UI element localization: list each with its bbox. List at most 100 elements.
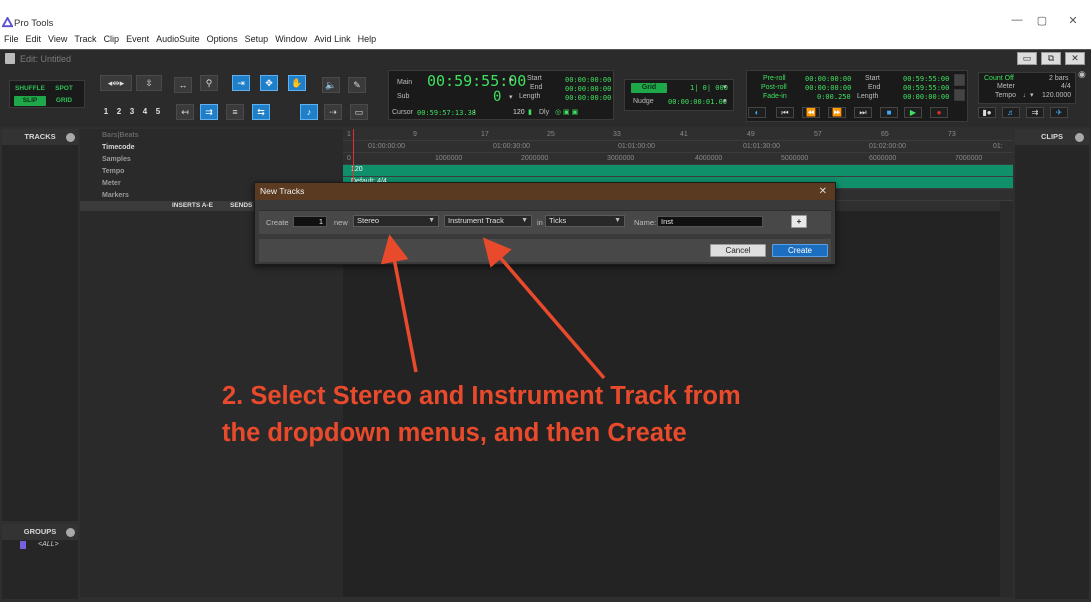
fadein-value[interactable]: 0:00.250 bbox=[817, 93, 851, 101]
menu-help[interactable]: Help bbox=[358, 33, 377, 46]
menu-options[interactable]: Options bbox=[207, 33, 238, 46]
minimize-button[interactable]: — bbox=[1007, 14, 1027, 26]
conductor-icon[interactable]: ✈ bbox=[1050, 107, 1068, 118]
track-name-input[interactable]: Inst bbox=[657, 216, 763, 227]
grabber-hand-icon[interactable]: ✋ bbox=[288, 75, 306, 91]
nudge-value[interactable]: 00:00:00:01.00 bbox=[668, 98, 727, 106]
edit-restore-button[interactable]: ⧉ bbox=[1041, 52, 1061, 65]
shuffle-mode-button[interactable]: SHUFFLE bbox=[14, 84, 46, 94]
track-format-dropdown[interactable]: Stereo ▼ bbox=[353, 215, 439, 227]
spot-mode-button[interactable]: SPOT bbox=[50, 84, 78, 94]
transport-length-value[interactable]: 00:00:00:00 bbox=[903, 93, 949, 101]
menu-event[interactable]: Event bbox=[126, 33, 149, 46]
online-indicator[interactable] bbox=[954, 74, 965, 86]
track-count-input[interactable]: 1 bbox=[293, 216, 327, 227]
tracks-menu-icon[interactable] bbox=[66, 133, 75, 142]
close-window-button[interactable]: ✕ bbox=[1063, 14, 1083, 27]
sub-counter-value[interactable]: 0 bbox=[493, 89, 501, 105]
tempo-value[interactable]: 120.0000 bbox=[1042, 92, 1071, 99]
bars-beats-ruler[interactable] bbox=[343, 129, 1013, 141]
fast-forward-icon[interactable]: ⏩ bbox=[828, 107, 846, 118]
transport-end-value[interactable]: 00:59:55:00 bbox=[903, 84, 949, 92]
record-icon[interactable]: ● bbox=[930, 107, 948, 118]
nudge-left-icon[interactable]: ↤ bbox=[176, 104, 194, 120]
menu-setup[interactable]: Setup bbox=[245, 33, 269, 46]
sub-counter-dropdown-icon[interactable]: ▾ bbox=[509, 93, 513, 101]
transport-start-value[interactable]: 00:59:55:00 bbox=[903, 75, 949, 83]
menu-audiosuite[interactable]: AudioSuite bbox=[156, 33, 200, 46]
play-loop-icon[interactable]: ▶ bbox=[904, 107, 922, 118]
online-icon[interactable]: ◐ bbox=[748, 107, 766, 118]
ruler-markers-label[interactable]: Markers bbox=[102, 192, 129, 199]
toolbar-menu-icon[interactable]: ◉ bbox=[1078, 69, 1086, 80]
go-to-end-icon[interactable]: ⏭ bbox=[854, 107, 872, 118]
selection-length-value[interactable]: 00:00:00:00 bbox=[565, 94, 611, 102]
timebase-dropdown[interactable]: Ticks ▼ bbox=[545, 215, 625, 227]
maximize-button[interactable]: ▢ bbox=[1032, 14, 1052, 27]
tab-to-transient-icon[interactable]: ⇉ bbox=[200, 104, 218, 120]
ruler-meter-label[interactable]: Meter bbox=[102, 180, 121, 187]
clips-menu-icon[interactable] bbox=[1075, 133, 1084, 142]
tempo-ruler[interactable]: 120 bbox=[343, 165, 1013, 177]
track-type-dropdown[interactable]: Instrument Track ▼ bbox=[444, 215, 532, 227]
selection-end-value[interactable]: 00:00:00:00 bbox=[565, 85, 611, 93]
preroll-value[interactable]: 00:00:00:00 bbox=[805, 75, 851, 83]
edit-minimize-button[interactable]: ▭ bbox=[1017, 52, 1037, 65]
slip-mode-button[interactable]: SLIP bbox=[14, 96, 46, 106]
ruler-timecode-label[interactable]: Timecode bbox=[102, 144, 135, 151]
rewind-icon[interactable]: ⏪ bbox=[802, 107, 820, 118]
zoom-preset-5[interactable]: 5 bbox=[153, 107, 163, 118]
count-off-label[interactable]: Count Off bbox=[984, 75, 1014, 82]
metronome-icon[interactable]: ♬ bbox=[1002, 107, 1020, 118]
stop-icon[interactable]: ■ bbox=[880, 107, 898, 118]
meter-value[interactable]: 4/4 bbox=[1061, 83, 1071, 90]
menu-window[interactable]: Window bbox=[275, 33, 307, 46]
inserts-column-header[interactable]: INSERTS A-E bbox=[172, 202, 213, 209]
edit-close-button[interactable]: ✕ bbox=[1065, 52, 1085, 65]
grid-dropdown-icon[interactable]: ▾ bbox=[723, 83, 727, 91]
preroll-label[interactable]: Pre-roll bbox=[763, 75, 786, 82]
vertical-scrollbar[interactable] bbox=[1000, 201, 1013, 597]
zoom-preset-3[interactable]: 3 bbox=[127, 107, 137, 118]
selector-tool-icon[interactable]: ✥ bbox=[260, 75, 278, 91]
smart-tool-icon[interactable]: ♪ bbox=[300, 104, 318, 120]
pencil-tool-icon[interactable]: ✎ bbox=[348, 77, 366, 93]
insertion-follows-icon[interactable]: ⇢ bbox=[324, 104, 342, 120]
grid-mode-button[interactable]: GRID bbox=[50, 96, 78, 106]
postroll-label[interactable]: Post-roll bbox=[761, 84, 787, 91]
selection-start-value[interactable]: 00:00:00:00 bbox=[565, 76, 611, 84]
menu-file[interactable]: File bbox=[4, 33, 19, 46]
magnifier-icon[interactable]: ⚲ bbox=[200, 75, 218, 91]
menu-edit[interactable]: Edit bbox=[26, 33, 42, 46]
link-timeline-icon[interactable]: ≡ bbox=[226, 104, 244, 120]
menu-track[interactable]: Track bbox=[74, 33, 96, 46]
ruler-tempo-label[interactable]: Tempo bbox=[102, 168, 124, 175]
zoom-preset-1[interactable]: 1 bbox=[101, 107, 111, 118]
main-counter-dropdown-icon[interactable]: ▾ bbox=[509, 76, 513, 84]
fadein-label[interactable]: Fade-in bbox=[763, 93, 787, 100]
ruler-bars-beats-label[interactable]: Bars|Beats bbox=[102, 132, 139, 139]
sends-column-header[interactable]: SENDS bbox=[230, 202, 252, 209]
loop-record-indicator[interactable] bbox=[954, 89, 965, 101]
menu-view[interactable]: View bbox=[48, 33, 67, 46]
dialog-close-icon[interactable]: ✕ bbox=[819, 183, 827, 200]
midi-merge-icon[interactable]: ⇉ bbox=[1026, 107, 1044, 118]
groups-menu-icon[interactable] bbox=[66, 528, 75, 537]
postroll-value[interactable]: 00:00:00:00 bbox=[805, 84, 851, 92]
mirror-midi-icon[interactable]: ⇆ bbox=[252, 104, 270, 120]
menu-clip[interactable]: Clip bbox=[104, 33, 120, 46]
count-off-value[interactable]: 2 bars bbox=[1049, 75, 1068, 82]
speaker-icon[interactable]: 🔈 bbox=[322, 77, 340, 93]
create-button[interactable]: Create bbox=[772, 244, 828, 257]
group-all-item[interactable]: <ALL> bbox=[38, 541, 59, 548]
return-to-zero-icon[interactable]: ⏮ bbox=[776, 107, 794, 118]
nudge-dropdown-icon[interactable]: ▾ bbox=[723, 97, 727, 105]
timecode-ruler[interactable] bbox=[343, 141, 1013, 153]
zoomer-tool-icon[interactable]: ↔ bbox=[174, 77, 192, 93]
vertical-zoom-button[interactable]: ⇳ bbox=[136, 75, 162, 91]
horizontal-zoom-button[interactable]: ◂⇹▸ bbox=[100, 75, 132, 91]
cancel-button[interactable]: Cancel bbox=[710, 244, 766, 257]
wait-for-note-icon[interactable]: ▮● bbox=[978, 107, 996, 118]
menu-avid-link[interactable]: Avid Link bbox=[314, 33, 350, 46]
add-row-button[interactable]: + bbox=[791, 215, 807, 228]
